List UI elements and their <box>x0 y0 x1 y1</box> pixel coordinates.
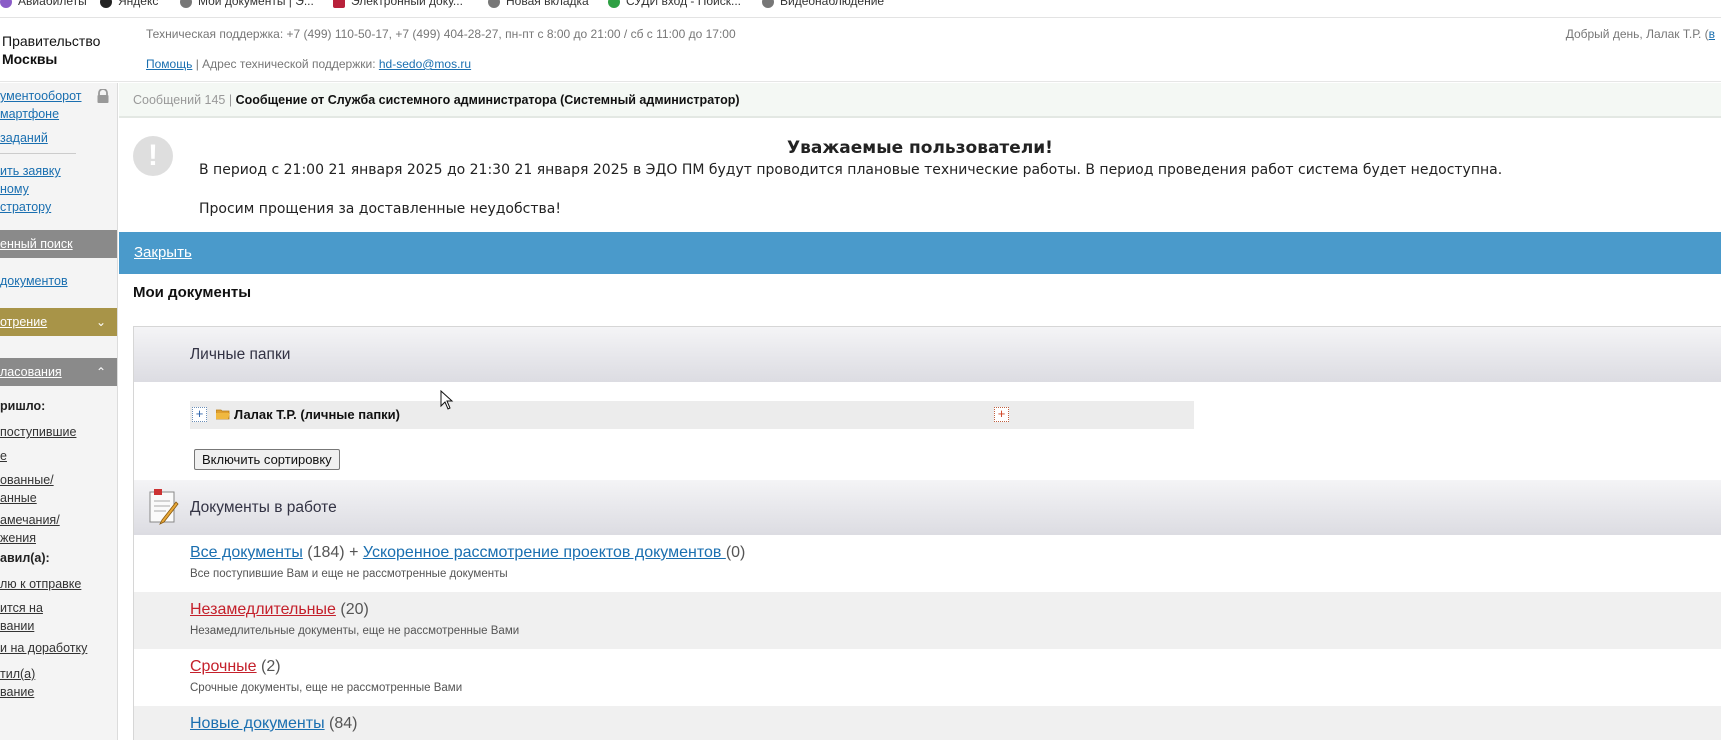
page-title: Мои документы <box>133 284 252 301</box>
urgent-documents-link[interactable]: Срочные <box>190 658 257 675</box>
bookmarks-bar: Авиабилеты Яндекс Мои документы | Э... Э… <box>0 0 1721 18</box>
doc-line: Незамедлительные (20) <box>190 601 369 619</box>
support-address-label: | Адрес технической поддержки: <box>192 57 379 71</box>
divider <box>0 153 76 154</box>
sidebar-head-search[interactable]: енный поиск <box>0 230 117 258</box>
section-head-inwork: Документы в работе <box>134 480 1721 535</box>
help-line: Помощь | Адрес технической поддержки: hd… <box>146 57 471 71</box>
section-title-personal: Личные папки <box>190 346 291 363</box>
notepad-pencil-icon <box>149 489 179 525</box>
sidebar-link-tasks[interactable]: заданий <box>0 129 48 147</box>
list-item: Все документы (184) + Ускоренное рассмот… <box>134 535 1721 592</box>
notice-panel: ! Уважаемые пользователи! В период с 21:… <box>119 120 1721 232</box>
bookmark-edo[interactable]: Электронный доку... <box>333 0 463 8</box>
org-name-line1: Правительство <box>2 33 101 49</box>
list-item: Незамедлительные (20) Незамедлительные д… <box>134 592 1721 649</box>
doc-line: Новые документы (84) <box>190 715 358 733</box>
doc-line: Срочные (2) <box>190 658 281 676</box>
bookmark-icon <box>180 0 192 8</box>
plus-separator: + <box>344 544 363 561</box>
documents-panel: Личные папки + Лалак Т.Р. (личные папки)… <box>133 326 1721 740</box>
bookmark-icon <box>333 0 345 8</box>
list-item: Новые документы (84) <box>134 706 1721 740</box>
enable-sort-button[interactable]: Включить сортировку <box>194 449 340 470</box>
message-separator: | <box>228 93 236 107</box>
all-documents-link[interactable]: Все документы <box>190 544 303 561</box>
support-phones: Техническая поддержка: +7 (499) 110-50-1… <box>146 27 736 41</box>
accelerated-review-link[interactable]: Ускоренное рассмотрение проектов докумен… <box>363 544 726 561</box>
message-title: Сообщение от Служба системного администр… <box>235 93 740 107</box>
folder-label[interactable]: Лалак Т.Р. (личные папки) <box>234 407 400 422</box>
bookmark-icon <box>488 0 500 8</box>
doc-description: Все поступившие Вам и еще не рассмотренн… <box>190 568 508 580</box>
list-item: Срочные (2) Срочные документы, еще не ра… <box>134 649 1721 706</box>
chevron-up-icon: ⌃ <box>95 365 106 379</box>
close-notice-link[interactable]: Закрыть <box>134 244 192 261</box>
org-logo-text[interactable]: Правительство Москвы <box>2 32 100 68</box>
org-name-line2: Москвы <box>2 51 58 67</box>
sidebar-item-incoming[interactable]: поступившие <box>0 423 76 441</box>
accelerated-review-count: (0) <box>725 544 746 561</box>
sidebar: ументооборот мартфоне заданий ить заявку… <box>0 83 118 740</box>
sidebar-head-review[interactable]: отрение ⌄ <box>0 308 117 336</box>
section-title-inwork: Документы в работе <box>190 499 337 516</box>
sidebar-item-remarks[interactable]: амечания/ жения <box>0 511 60 547</box>
expand-plus-icon[interactable]: + <box>192 407 207 422</box>
urgent-documents-count: (2) <box>261 658 281 675</box>
sidebar-label-came: ришло: <box>0 399 46 413</box>
bookmark-icon <box>0 0 12 8</box>
new-documents-link[interactable]: Новые документы <box>190 715 325 732</box>
immediate-documents-count: (20) <box>340 601 369 618</box>
greeting-link[interactable]: в <box>1709 27 1715 41</box>
add-folder-icon[interactable]: + <box>994 407 1009 422</box>
bookmark-video[interactable]: Видеонаблюдение <box>762 0 884 8</box>
sidebar-item-approved[interactable]: ованные/ анные <box>0 471 54 507</box>
user-greeting: Добрый день, Лалак Т.Р. (в <box>1565 27 1715 41</box>
sidebar-link-documents[interactable]: документов <box>0 272 68 290</box>
message-bar: Сообщений 145 | Сообщение от Служба сист… <box>119 83 1721 118</box>
bookmark-sudi[interactable]: СУДИ вход - Поиск... <box>608 0 741 8</box>
bookmark-icon <box>100 0 112 8</box>
folder-icon <box>216 409 230 420</box>
sidebar-item-all[interactable]: е <box>0 447 7 465</box>
sidebar-link-admin-request[interactable]: ить заявку ному стратору <box>0 162 61 216</box>
bookmark-yandex[interactable]: Яндекс <box>100 0 158 8</box>
sidebar-item-sent-approval[interactable]: тил(а) вание <box>0 665 35 701</box>
sidebar-item-rework[interactable]: и на доработку <box>0 639 87 657</box>
support-email-link[interactable]: hd-sedo@mos.ru <box>379 57 471 71</box>
immediate-documents-link[interactable]: Незамедлительные <box>190 601 336 618</box>
close-bar: Закрыть <box>119 232 1721 274</box>
bookmark-mydocs[interactable]: Мои документы | Э... <box>180 0 314 8</box>
sidebar-item-ready[interactable]: лю к отправке <box>0 575 81 593</box>
mouse-cursor-icon <box>440 390 454 410</box>
page-header: Правительство Москвы Техническая поддерж… <box>0 18 1721 82</box>
notice-apology: Просим прощения за доставленные неудобст… <box>199 201 561 217</box>
sidebar-item-on-approval[interactable]: ится на вании <box>0 599 43 635</box>
new-documents-count: (84) <box>329 715 358 732</box>
bookmark-icon <box>762 0 774 8</box>
all-documents-count: (184) <box>307 544 345 561</box>
bookmark-newtab[interactable]: Новая вкладка <box>488 0 589 8</box>
section-head-personal: Личные папки <box>134 327 1721 382</box>
doc-description: Срочные документы, еще не рассмотренные … <box>190 682 463 694</box>
sidebar-head-approval[interactable]: ласования ⌃ <box>0 358 117 386</box>
notice-title: Уважаемые пользователи! <box>787 138 1053 158</box>
lock-icon[interactable] <box>96 89 110 103</box>
doc-description: Незамедлительные документы, еще не рассм… <box>190 625 520 637</box>
bookmark-icon <box>608 0 620 8</box>
notice-text: В период с 21:00 21 января 2025 до 21:30… <box>199 162 1503 178</box>
chevron-down-icon: ⌄ <box>95 315 106 329</box>
message-count: Сообщений 145 <box>133 93 226 107</box>
sidebar-label-sent: авил(а): <box>0 551 50 565</box>
help-link[interactable]: Помощь <box>146 57 192 71</box>
main-content: Сообщений 145 | Сообщение от Служба сист… <box>119 83 1721 740</box>
doc-line: Все документы (184) + Ускоренное рассмот… <box>190 544 745 562</box>
bookmark-avia[interactable]: Авиабилеты <box>0 0 87 8</box>
sidebar-link-mobile-edo[interactable]: ументооборот мартфоне <box>0 87 82 123</box>
folder-row: + Лалак Т.Р. (личные папки) + <box>190 401 1194 429</box>
